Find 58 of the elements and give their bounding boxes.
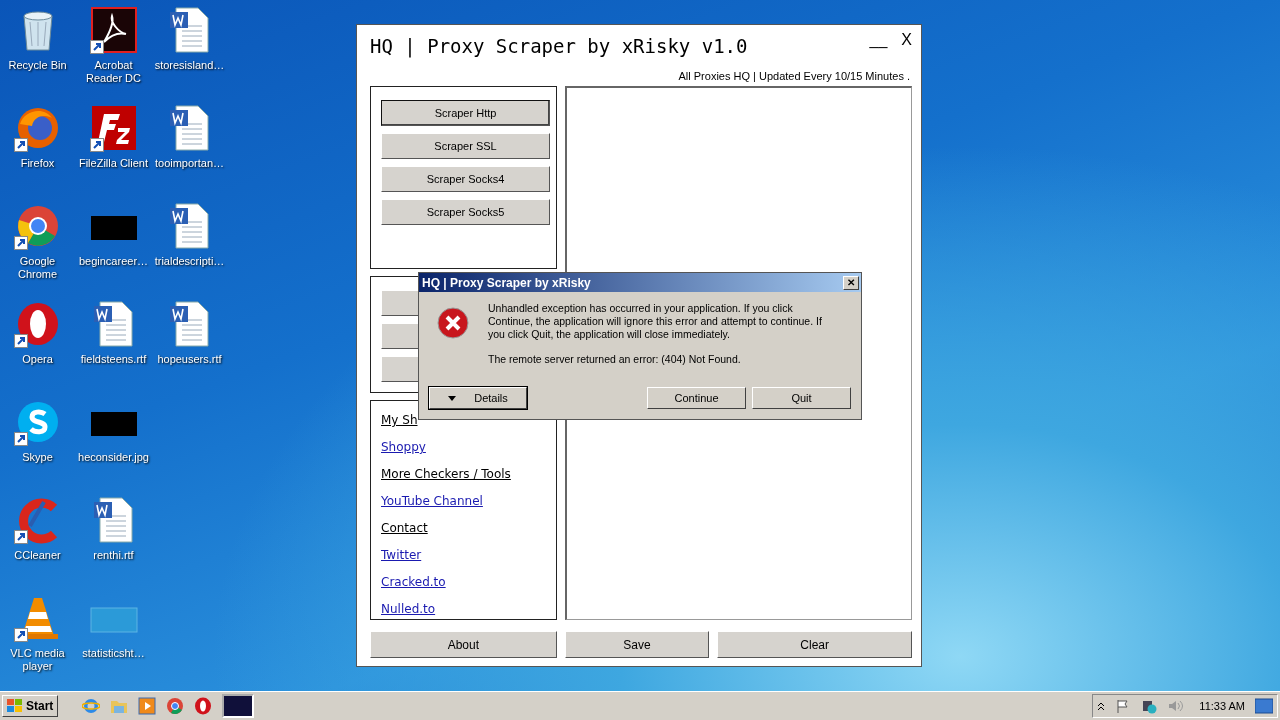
error-detail: The remote server returned an error: (404) Not Found.	[488, 353, 742, 366]
desktop-icon-label[interactable]: statisticsht…	[82, 647, 145, 660]
caret-icon	[448, 395, 457, 401]
desktop-icon-label[interactable]: renthi.rtf	[93, 549, 134, 562]
window-title: HQ | Proxy Scraper by xRisky v1.0	[370, 35, 749, 57]
desktop-icon-label[interactable]: CCleaner	[14, 549, 61, 562]
scraper-button[interactable]: Scraper SSL	[381, 133, 550, 159]
dialog-title: HQ | Proxy Scraper by xRisky	[422, 275, 592, 290]
opera-icon[interactable]	[194, 697, 213, 715]
link[interactable]: Shoppy	[381, 438, 426, 457]
desktop-icon-label[interactable]: Skype	[22, 451, 53, 464]
desktop-icon-label[interactable]: hopeusers.rtf	[157, 353, 222, 366]
error-icon	[436, 306, 470, 340]
label-link[interactable]: My Sh	[381, 411, 418, 430]
desktop-icon-label[interactable]: trialdescripti…	[154, 255, 225, 268]
desktop-icon-label[interactable]: heconsider.jpg	[78, 451, 149, 464]
link[interactable]: YouTube Channel	[381, 492, 483, 511]
desktop-icon-label[interactable]: Google Chrome	[0, 255, 75, 281]
footer-button[interactable]: Clear	[717, 631, 912, 658]
footer-button[interactable]: Save	[564, 631, 710, 658]
scraper-button[interactable]: Scraper Socks4	[381, 166, 550, 192]
desktop-icon-label[interactable]: VLC media player	[0, 647, 75, 673]
windows-logo-icon	[7, 699, 23, 713]
desktop-icon-label[interactable]: Acrobat Reader DC	[76, 59, 151, 85]
dialog-button[interactable]: Quit	[752, 387, 851, 409]
filezilla-icon	[89, 104, 138, 152]
desktop-icon-label[interactable]: begincareer…	[78, 255, 149, 268]
link[interactable]: Twitter	[381, 546, 422, 565]
minimize-button[interactable]: __	[869, 31, 888, 49]
desktop-icon-label[interactable]: FileZilla Client	[78, 157, 149, 170]
scraper-button[interactable]: Scraper Socks5	[381, 199, 550, 225]
dialog-button[interactable]: Continue	[647, 387, 746, 409]
desktop-icon-label[interactable]: storesisland…	[154, 59, 225, 72]
close-button[interactable]: ✕	[843, 275, 859, 290]
task-button[interactable]	[222, 694, 255, 718]
desktop-icon-label[interactable]: Opera	[22, 353, 53, 366]
scraper-button[interactable]: Scraper Http	[381, 100, 550, 126]
network-icon[interactable]	[1141, 698, 1158, 714]
error-message: Unhandled exception has occurred in your application. If you click Continue, the application will ignore this error and attempt to continue. If you click Quit, the application will close immediately.	[488, 302, 823, 341]
chrome-icon[interactable]	[166, 697, 185, 715]
desktop-icon-label[interactable]: fieldsteens.rtf	[80, 353, 147, 366]
link[interactable]: Nulled.to	[381, 600, 436, 619]
media-player-icon[interactable]	[138, 697, 157, 715]
acrobat-icon	[89, 6, 138, 54]
link[interactable]: Cracked.to	[381, 573, 446, 592]
desktop-icon-label[interactable]: Firefox	[20, 157, 55, 170]
close-button[interactable]: X	[901, 31, 912, 49]
subtitle: All Proxies HQ | Updated Every 10/15 Minutes .	[678, 70, 910, 82]
footer-button[interactable]: About	[370, 631, 557, 658]
desktop-icon-label[interactable]: Recycle Bin	[8, 59, 67, 72]
start-button[interactable]: Start	[2, 695, 59, 717]
desktop-icon-label[interactable]: tooimportan…	[154, 157, 225, 170]
label-link[interactable]: More Checkers / Tools	[381, 465, 511, 484]
internet-explorer-icon[interactable]	[82, 697, 101, 715]
label-link[interactable]: Contact	[381, 519, 428, 538]
chevron-up-icon[interactable]	[1097, 701, 1106, 711]
clock: 11:33 AM	[1199, 700, 1245, 712]
details-button[interactable]: Details	[429, 387, 527, 409]
